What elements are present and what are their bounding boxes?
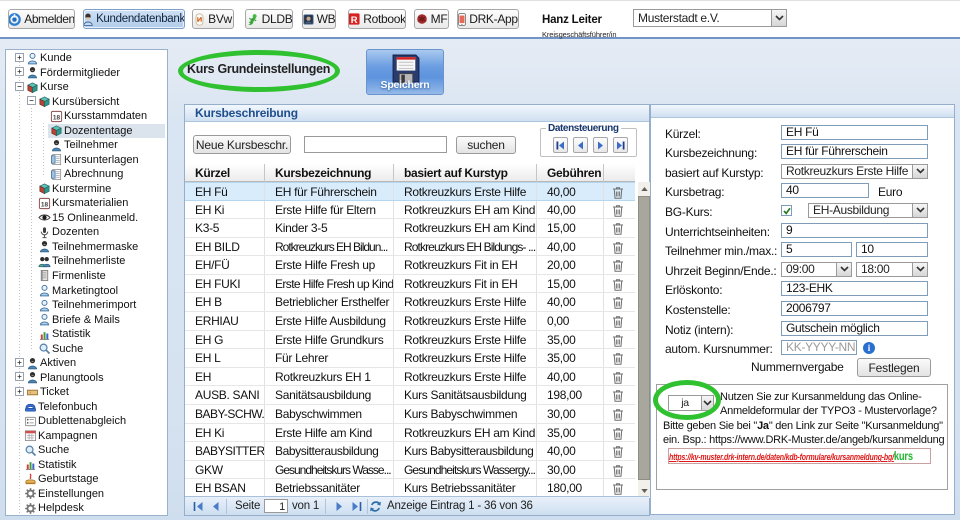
svg-text:R: R <box>351 14 358 25</box>
